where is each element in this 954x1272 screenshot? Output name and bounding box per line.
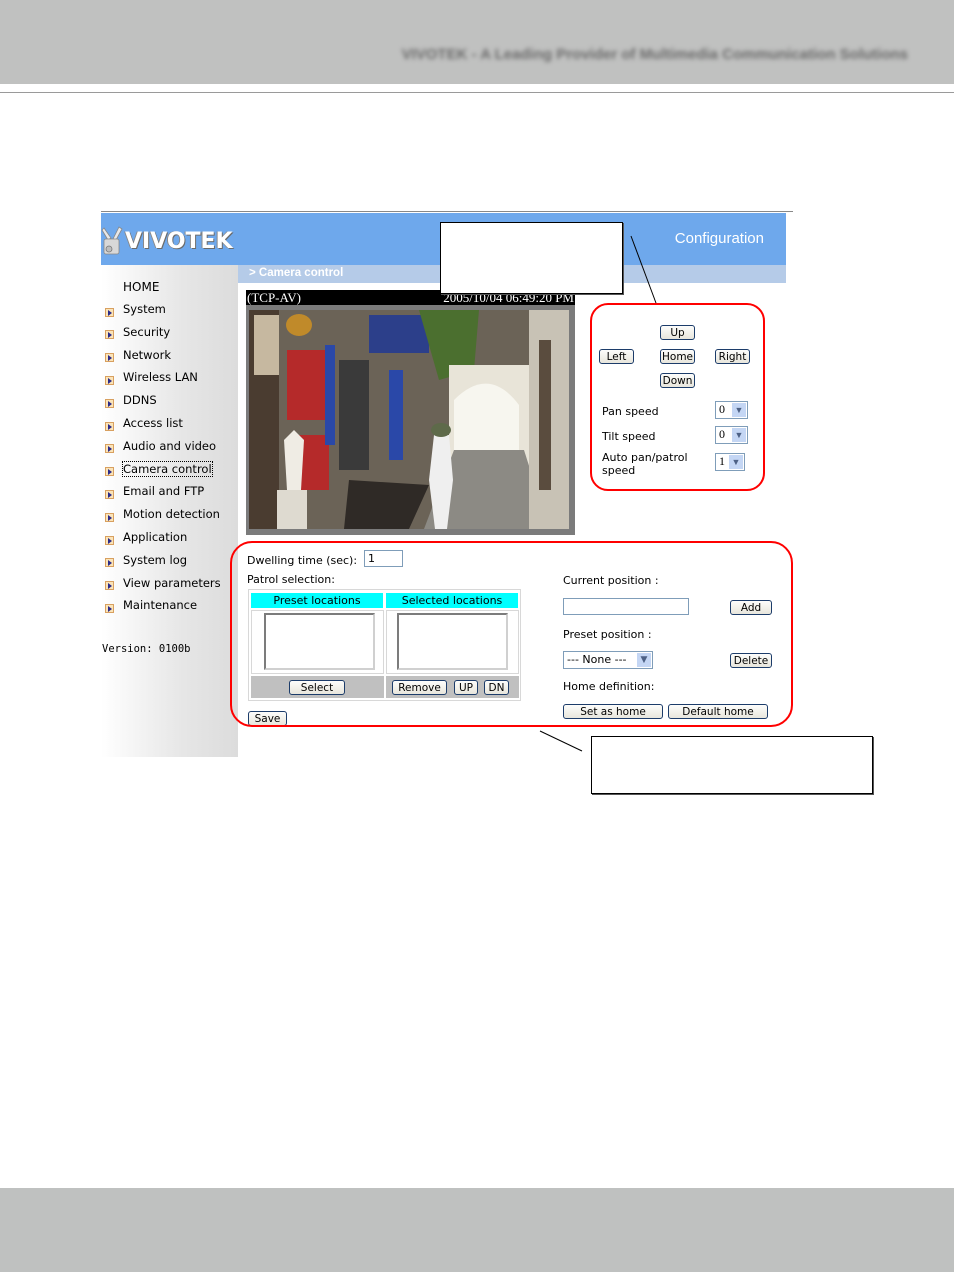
nav-item-camera-control[interactable]: Camera control bbox=[105, 460, 213, 477]
nav-item-label: System bbox=[123, 302, 166, 316]
frame-top-line bbox=[101, 211, 793, 212]
nav-item-network[interactable]: Network bbox=[105, 347, 171, 363]
video-protocol: (TCP-AV) bbox=[247, 290, 301, 305]
bottom-callout-box bbox=[591, 736, 873, 794]
header-tagline: VIVOTEK - A Leading Provider of Multimed… bbox=[401, 46, 908, 63]
nav-item-label: Camera control bbox=[122, 460, 213, 477]
video-frame bbox=[246, 305, 575, 535]
nav-item-label: Access list bbox=[123, 416, 183, 430]
vivotek-logo: VIVOTEK bbox=[101, 223, 233, 259]
arrow-bullet-icon bbox=[105, 398, 114, 408]
arrow-bullet-icon bbox=[105, 512, 114, 522]
arrow-bullet-icon bbox=[105, 535, 114, 545]
nav-item-ddns[interactable]: DDNS bbox=[105, 392, 157, 408]
nav-item-label: View parameters bbox=[123, 575, 221, 590]
version-label: Version: 0100b bbox=[102, 643, 191, 655]
header-divider bbox=[0, 92, 954, 93]
nav-item-access-list[interactable]: Access list bbox=[105, 415, 183, 431]
live-video-image[interactable] bbox=[249, 310, 569, 529]
nav-item-label: Motion detection bbox=[123, 507, 220, 522]
nav-item-system-log[interactable]: System log bbox=[105, 552, 187, 568]
nav-item-label: Email and FTP bbox=[123, 484, 205, 499]
nav-item-system[interactable]: System bbox=[105, 301, 166, 317]
arrow-bullet-icon bbox=[105, 444, 114, 454]
nav-item-label: Maintenance bbox=[123, 598, 198, 613]
arrow-bullet-icon bbox=[105, 421, 114, 431]
arrow-bullet-icon bbox=[105, 375, 114, 385]
street-scene-illustration bbox=[249, 310, 569, 529]
arrow-bullet-icon bbox=[105, 330, 114, 340]
nav-item-label: DDNS bbox=[123, 393, 157, 408]
nav-item-wireless-lan[interactable]: Wireless LAN bbox=[105, 369, 198, 385]
nav-item-label: Security bbox=[123, 324, 171, 339]
arrow-bullet-icon bbox=[105, 489, 114, 499]
logo-wordmark: VIVOTEK bbox=[125, 228, 233, 254]
arrow-bullet-icon bbox=[105, 467, 114, 477]
nav-home-link[interactable]: HOME bbox=[123, 280, 159, 294]
arrow-bullet-icon bbox=[105, 558, 114, 568]
top-callout-box bbox=[440, 222, 623, 294]
ptz-controls-highlight bbox=[590, 303, 765, 491]
nav-item-email-and-ftp[interactable]: Email and FTP bbox=[105, 483, 204, 499]
arrow-bullet-icon bbox=[105, 581, 114, 591]
nav-item-audio-and-video[interactable]: Audio and video bbox=[105, 438, 216, 454]
nav-item-label: Application bbox=[123, 530, 188, 544]
nav-item-maintenance[interactable]: Maintenance bbox=[105, 597, 197, 613]
nav-item-label: Audio and video bbox=[123, 438, 217, 453]
nav-item-motion-detection[interactable]: Motion detection bbox=[105, 506, 220, 522]
nav-item-application[interactable]: Application bbox=[105, 529, 187, 545]
breadcrumb-text: > Camera control bbox=[249, 267, 344, 279]
page-footer bbox=[0, 1188, 954, 1272]
nav-item-view-parameters[interactable]: View parameters bbox=[105, 575, 221, 591]
nav-item-label: Network bbox=[123, 347, 172, 362]
patrol-controls-highlight bbox=[230, 541, 793, 727]
logo-mark-icon bbox=[101, 226, 123, 255]
arrow-bullet-icon bbox=[105, 353, 114, 363]
nav-item-label: Wireless LAN bbox=[123, 370, 198, 385]
arrow-bullet-icon bbox=[105, 603, 114, 613]
arrow-bullet-icon bbox=[105, 307, 114, 317]
page-header: VIVOTEK - A Leading Provider of Multimed… bbox=[0, 0, 954, 84]
nav-item-security[interactable]: Security bbox=[105, 324, 170, 340]
section-title: Configuration bbox=[674, 230, 764, 247]
nav-item-label: System log bbox=[123, 552, 188, 567]
